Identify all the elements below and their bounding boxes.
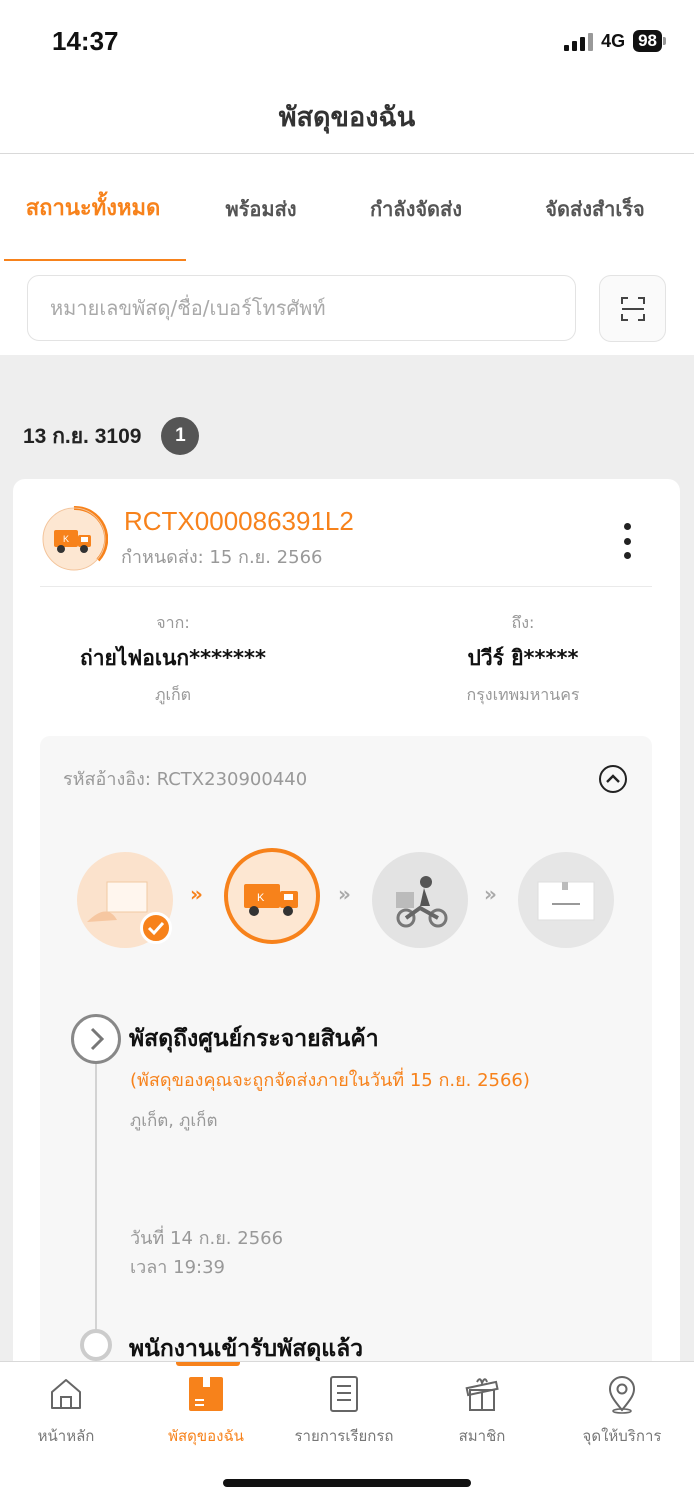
tab-delivered[interactable]: จัดส่งสำเร็จ (496, 155, 694, 261)
step-out-for-delivery-motorbike-icon (372, 852, 468, 948)
sender-info: จาก: ถ่ายไฟอเนก******* ภูเก็ต (43, 611, 303, 708)
nav-label: สมาชิก (458, 1427, 506, 1445)
status-bar: 14:37 4G 98 (0, 0, 694, 84)
list-icon (330, 1376, 358, 1412)
nav-label: รายการเรียกรถ (294, 1427, 394, 1445)
due-date: กำหนดส่ง: 15 ก.ย. 2566 (121, 547, 323, 568)
tab-all-status[interactable]: สถานะทั้งหมด (0, 155, 186, 261)
timeline-event-location: ภูเก็ต, ภูเก็ต (130, 1111, 218, 1131)
receiver-caption: ถึง: (511, 613, 535, 632)
page-title: พัสดุของฉัน (278, 102, 416, 133)
battery-level: 98 (633, 30, 662, 52)
search-input[interactable] (27, 275, 576, 341)
timeline-event-title: พัสดุถึงศูนย์กระจายสินค้า (129, 1026, 379, 1052)
step-delivered-box-icon (518, 852, 614, 948)
timeline-event-note: (พัสดุของคุณจะถูกจัดส่งภายในวันที่ 15 ก.… (130, 1070, 530, 1091)
receiver-info: ถึง: ปวีร์ ยิ***** กรุงเทพมหานคร (423, 611, 623, 708)
scan-icon (620, 296, 645, 321)
receiver-name: ปวีร์ ยิ***** (467, 646, 579, 670)
active-nav-indicator (176, 1362, 240, 1366)
receiver-city: กรุงเทพมหานคร (466, 685, 580, 704)
sender-city: ภูเก็ต (154, 685, 192, 704)
network-label: 4G (601, 30, 626, 51)
tab-ready-to-ship[interactable]: พร้อมส่ง (186, 155, 336, 261)
timeline-chevron-right-icon (71, 1014, 121, 1064)
nav-home[interactable]: หน้าหลัก (0, 1374, 136, 1448)
location-icon (608, 1376, 636, 1414)
divider (40, 586, 652, 587)
group-date: 13 ก.ย. 3109 (23, 424, 142, 448)
nav-label: หน้าหลัก (37, 1427, 95, 1445)
page-header: พัสดุของฉัน (0, 84, 694, 154)
step-done-check-icon (140, 912, 172, 944)
timeline-event-date: วันที่ 14 ก.ย. 2566 (130, 1228, 284, 1249)
home-icon (51, 1379, 81, 1409)
more-options-button[interactable] (613, 519, 641, 563)
svg-text:K: K (63, 534, 69, 544)
step-arrow-icon: » (484, 882, 497, 906)
tracking-number[interactable]: RCTX000086391L2 (124, 506, 354, 537)
home-indicator (223, 1479, 471, 1487)
status-indicators: 4G 98 (564, 30, 666, 52)
status-time: 14:37 (52, 26, 119, 56)
step-arrow-icon: » (338, 882, 351, 906)
nav-my-parcels[interactable]: พัสดุของฉัน (136, 1374, 276, 1448)
status-tabs: สถานะทั้งหมด พร้อมส่ง กำลังจัดส่ง จัดส่ง… (0, 155, 694, 261)
date-group-header: 13 ก.ย. 3109 1 (23, 417, 200, 455)
sender-caption: จาก: (156, 613, 190, 632)
parcel-icon (189, 1377, 223, 1411)
parcel-card[interactable]: K RCTX000086391L2 กำหนดส่ง: 15 ก.ย. 2566… (13, 479, 680, 1361)
nav-pickup-requests[interactable]: รายการเรียกรถ (274, 1374, 414, 1448)
tracking-detail: รหัสอ้างอิง: RCTX230900440 » K » » พัสดุ… (40, 736, 652, 1361)
nav-label: จุดให้บริการ (582, 1427, 662, 1445)
nav-service-points[interactable]: จุดให้บริการ (552, 1374, 692, 1448)
tab-shipping[interactable]: กำลังจัดส่ง (336, 155, 496, 261)
step-arrow-icon: » (190, 882, 203, 906)
sender-name: ถ่ายไฟอเนก******* (80, 646, 266, 670)
signal-icon (564, 31, 594, 51)
svg-text:K: K (257, 892, 265, 904)
timeline-dot-icon (80, 1329, 112, 1361)
search-row (0, 261, 694, 355)
group-count-badge: 1 (161, 417, 200, 455)
truck-avatar-icon: K (42, 505, 108, 571)
reference-number: รหัสอ้างอิง: RCTX230900440 (63, 769, 308, 790)
more-dot-icon (623, 523, 631, 530)
battery-icon: 98 (633, 30, 666, 52)
progress-steps: » K » » (40, 848, 652, 958)
step-in-transit-truck-icon: K (224, 848, 320, 944)
timeline-event-time: เวลา 19:39 (130, 1257, 225, 1278)
collapse-chevron-up-icon[interactable] (597, 763, 629, 795)
parcel-list: 13 ก.ย. 3109 1 K RCTX000086391L2 กำหนดส่… (0, 355, 694, 1361)
bottom-navigation: หน้าหลัก พัสดุของฉัน รายการเรียกรถ สมาชิ… (0, 1361, 694, 1500)
nav-member[interactable]: สมาชิก (412, 1374, 552, 1448)
scan-button[interactable] (599, 275, 666, 342)
nav-label: พัสดุของฉัน (168, 1427, 244, 1445)
timeline-event-title: พนักงานเข้ารับพัสดุแล้ว (129, 1336, 364, 1361)
gift-icon (465, 1378, 499, 1411)
timeline-line (95, 1056, 97, 1361)
